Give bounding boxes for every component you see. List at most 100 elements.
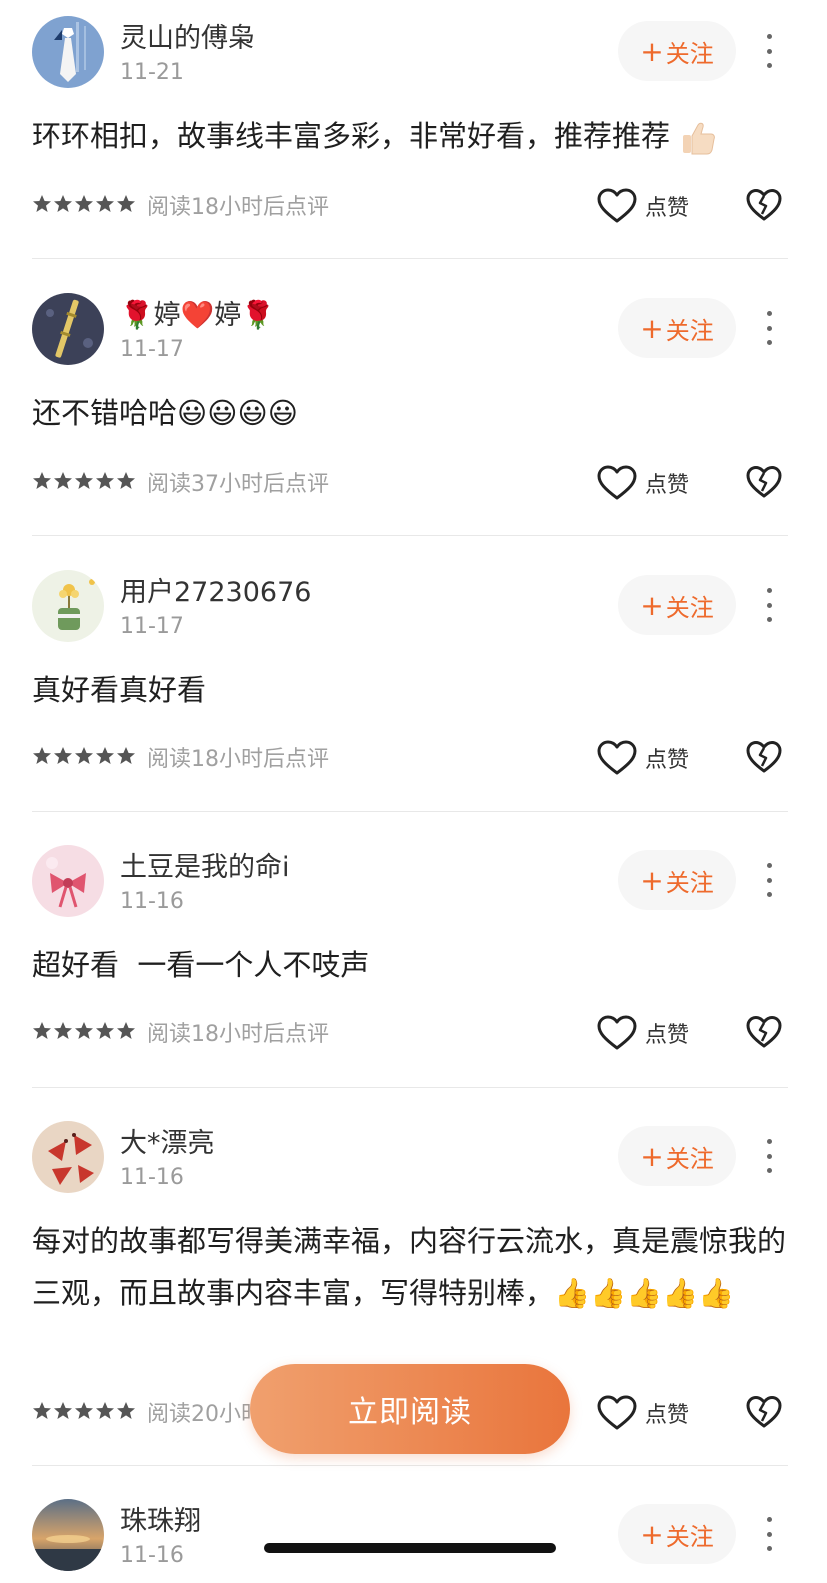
star-icon bbox=[96, 747, 114, 764]
divider bbox=[32, 535, 788, 536]
plus-icon: + bbox=[640, 1517, 664, 1551]
follow-button[interactable]: + 关注 bbox=[618, 1126, 736, 1186]
star-icon bbox=[54, 472, 72, 489]
broken-heart-icon[interactable] bbox=[746, 740, 782, 774]
star-icon bbox=[54, 747, 72, 764]
rating-stars bbox=[32, 194, 136, 214]
read-note: 阅读18小时后点评 bbox=[147, 747, 329, 772]
follow-button[interactable]: + 关注 bbox=[618, 850, 736, 910]
username[interactable]: 用户27230676 bbox=[120, 570, 311, 609]
rating-stars bbox=[32, 746, 136, 766]
like-button[interactable]: 点赞 bbox=[597, 736, 689, 780]
follow-label: 关注 bbox=[665, 1144, 714, 1173]
like-button[interactable]: 点赞 bbox=[597, 1011, 689, 1055]
star-icon bbox=[54, 1022, 72, 1039]
username[interactable]: 珠珠翔 bbox=[120, 1499, 201, 1538]
more-options-icon[interactable] bbox=[758, 1511, 780, 1557]
star-icon bbox=[54, 195, 72, 212]
username[interactable]: 大*漂亮 bbox=[120, 1121, 215, 1160]
comment-text: 环环相扣，故事线丰富多彩，非常好看，推荐推荐 bbox=[32, 110, 792, 162]
star-icon bbox=[33, 1402, 51, 1419]
home-indicator[interactable] bbox=[264, 1543, 556, 1553]
star-icon bbox=[96, 1022, 114, 1039]
read-now-button[interactable]: 立即阅读 bbox=[250, 1364, 570, 1454]
comment-date: 11-16 bbox=[120, 889, 184, 914]
broken-heart-icon[interactable] bbox=[746, 1015, 782, 1049]
follow-label: 关注 bbox=[665, 868, 714, 897]
comment-date: 11-21 bbox=[120, 60, 184, 85]
follow-label: 关注 bbox=[665, 1522, 714, 1551]
username[interactable]: 灵山的傅枭 bbox=[120, 16, 255, 55]
like-label: 点赞 bbox=[645, 1023, 690, 1048]
plus-icon: + bbox=[640, 1139, 664, 1173]
comment-date: 11-17 bbox=[120, 614, 184, 639]
comment-date: 11-16 bbox=[120, 1165, 184, 1190]
follow-button[interactable]: + 关注 bbox=[618, 21, 736, 81]
star-icon bbox=[54, 1402, 72, 1419]
follow-button[interactable]: + 关注 bbox=[618, 1504, 736, 1564]
heart-icon bbox=[597, 740, 637, 775]
follow-label: 关注 bbox=[665, 316, 714, 345]
more-options-icon[interactable] bbox=[758, 28, 780, 74]
more-options-icon[interactable] bbox=[758, 857, 780, 903]
more-options-icon[interactable] bbox=[758, 582, 780, 628]
like-label: 点赞 bbox=[645, 196, 690, 221]
broken-heart-icon[interactable] bbox=[746, 1395, 782, 1429]
comment-text: 还不错哈哈😃😃😃😃 bbox=[32, 396, 298, 430]
follow-button[interactable]: + 关注 bbox=[618, 298, 736, 358]
avatar[interactable] bbox=[32, 16, 104, 88]
divider bbox=[32, 811, 788, 812]
heart-icon bbox=[597, 465, 637, 500]
more-options-icon[interactable] bbox=[758, 1133, 780, 1179]
star-icon bbox=[96, 195, 114, 212]
heart-icon bbox=[597, 188, 637, 223]
rating-stars bbox=[32, 1021, 136, 1041]
comment-text: 每对的故事都写得美满幸福，内容行云流水，真是震惊我的三观，而且故事内容丰富，写得… bbox=[32, 1224, 787, 1310]
broken-heart-icon[interactable] bbox=[746, 188, 782, 222]
comment-text: 超好看 一看一个人不吱声 bbox=[32, 948, 370, 982]
star-icon bbox=[75, 1402, 93, 1419]
follow-label: 关注 bbox=[665, 39, 714, 68]
star-icon bbox=[96, 1402, 114, 1419]
star-icon bbox=[117, 1402, 135, 1419]
star-icon bbox=[75, 195, 93, 212]
star-icon bbox=[117, 747, 135, 764]
star-icon bbox=[117, 1022, 135, 1039]
plus-icon: + bbox=[640, 311, 664, 345]
more-options-icon[interactable] bbox=[758, 305, 780, 351]
star-icon bbox=[96, 472, 114, 489]
like-button[interactable]: 点赞 bbox=[597, 1391, 689, 1435]
divider bbox=[32, 1465, 788, 1466]
avatar[interactable] bbox=[32, 293, 104, 365]
comment-text: 真好看真好看 bbox=[32, 673, 207, 707]
divider bbox=[32, 1087, 788, 1088]
thumbs-up-icon bbox=[683, 122, 716, 155]
comment-footer: 阅读18小时后点评 点赞 bbox=[32, 736, 792, 780]
star-icon bbox=[33, 1022, 51, 1039]
star-icon bbox=[117, 472, 135, 489]
username[interactable]: 🌹婷❤️婷🌹 bbox=[120, 293, 275, 332]
avatar[interactable] bbox=[32, 1121, 104, 1193]
follow-button[interactable]: + 关注 bbox=[618, 575, 736, 635]
avatar[interactable] bbox=[32, 1499, 104, 1571]
broken-heart-icon[interactable] bbox=[746, 465, 782, 499]
comment-text-content: 环环相扣，故事线丰富多彩，非常好看，推荐推荐 bbox=[32, 119, 671, 153]
like-button[interactable]: 点赞 bbox=[597, 461, 689, 505]
heart-icon bbox=[597, 1395, 637, 1430]
star-icon bbox=[75, 472, 93, 489]
avatar[interactable] bbox=[32, 845, 104, 917]
like-button[interactable]: 点赞 bbox=[597, 184, 689, 228]
username[interactable]: 土豆是我的命i bbox=[120, 845, 290, 884]
comment-footer: 阅读18小时后点评 点赞 bbox=[32, 1011, 792, 1055]
star-icon bbox=[117, 195, 135, 212]
follow-label: 关注 bbox=[665, 593, 714, 622]
heart-icon bbox=[597, 1015, 637, 1050]
avatar[interactable] bbox=[32, 570, 104, 642]
comment-date: 11-16 bbox=[120, 1543, 184, 1568]
like-label: 点赞 bbox=[645, 473, 690, 498]
comment-footer: 阅读18小时后点评 点赞 bbox=[32, 184, 792, 228]
like-label: 点赞 bbox=[645, 748, 690, 773]
comment-date: 11-17 bbox=[120, 337, 184, 362]
star-icon bbox=[33, 195, 51, 212]
plus-icon: + bbox=[640, 863, 664, 897]
